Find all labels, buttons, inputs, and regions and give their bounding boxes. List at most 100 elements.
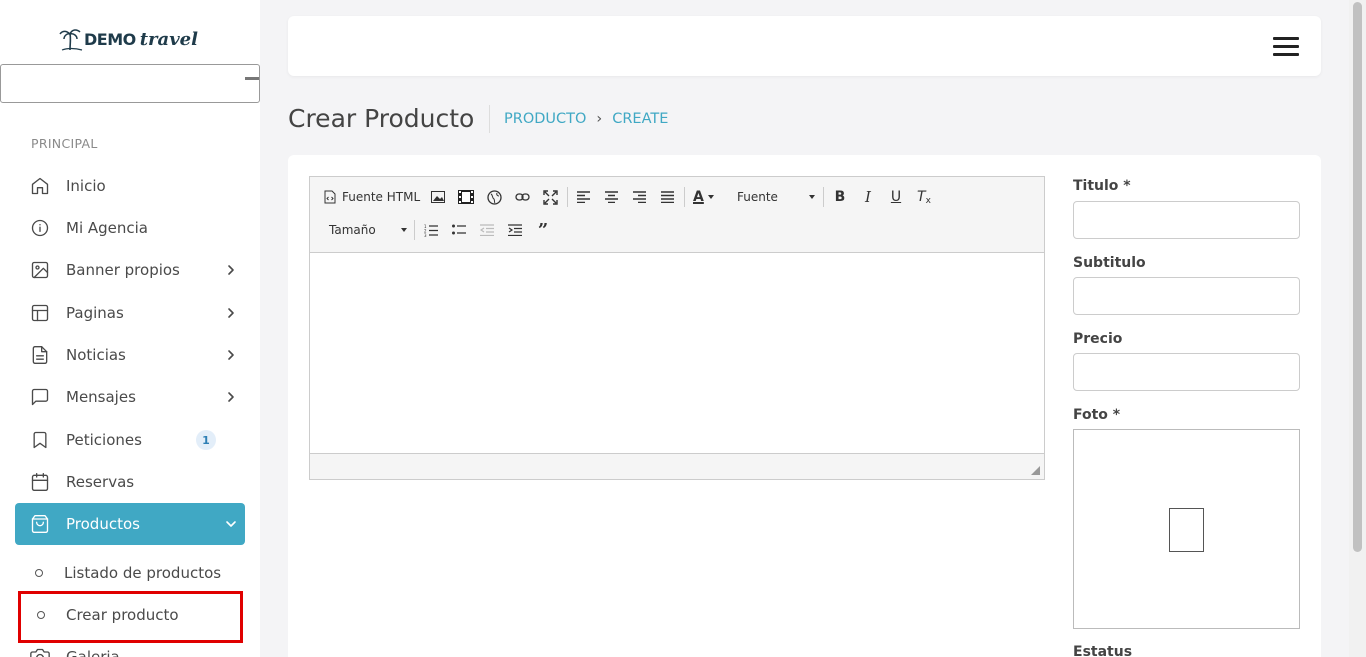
top-header (288, 16, 1321, 76)
sidebar-item-banner-propios[interactable]: Banner propios (15, 249, 245, 291)
outdent-icon[interactable] (478, 221, 496, 239)
source-html-button[interactable]: Fuente HTML (324, 188, 420, 206)
unordered-list-icon[interactable] (450, 221, 468, 239)
sidebar-item-label: Banner propios (66, 261, 180, 279)
sidebar-item-paginas[interactable]: Paginas (15, 292, 245, 334)
precio-label: Precio (1073, 331, 1123, 347)
align-right-icon[interactable] (630, 188, 648, 206)
home-icon (31, 177, 49, 195)
sidebar-item-label: Paginas (66, 304, 124, 322)
message-square-icon (31, 388, 49, 406)
italic-icon[interactable]: I (859, 188, 877, 206)
sidebar: DEMO travel PRINCIPAL Inicio Mi Agencia … (0, 0, 260, 657)
file-code-icon (324, 190, 336, 204)
info-icon (31, 219, 49, 237)
sidebar-item-label: Reservas (66, 473, 135, 491)
chevron-right-icon (228, 392, 234, 402)
toolbar-separator (567, 187, 568, 207)
link-icon[interactable] (513, 188, 531, 206)
toolbar-separator (414, 220, 415, 240)
sidebar-item-productos[interactable]: Productos (15, 503, 245, 545)
photo-upload-area[interactable] (1073, 429, 1300, 629)
file-text-icon (32, 346, 48, 364)
palm-tree-icon (59, 29, 83, 51)
editor-content-area[interactable] (310, 253, 1044, 453)
sidebar-item-label: Peticiones (66, 431, 142, 449)
clear-format-icon[interactable]: Tx (915, 188, 933, 206)
align-center-icon[interactable] (602, 188, 620, 206)
shopping-bag-icon (31, 515, 49, 533)
sidebar-subitem-listado-de-productos[interactable]: Listado de productos (35, 553, 221, 593)
sidebar-item-mi-agencia[interactable]: Mi Agencia (15, 207, 245, 249)
sidebar-item-label: Mensajes (66, 388, 136, 406)
video-icon[interactable] (457, 188, 475, 206)
indent-icon[interactable] (506, 221, 524, 239)
sidebar-item-label: Mi Agencia (66, 219, 149, 237)
sidebar-item-label: Noticias (66, 346, 126, 364)
rich-text-editor: Fuente HTML A Fuente B I U T x Tamaño 1 … (309, 176, 1045, 480)
scrollbar-thumb[interactable] (1353, 2, 1362, 552)
subtitulo-input[interactable] (1073, 277, 1300, 315)
dash-icon (245, 77, 259, 80)
image-icon (31, 261, 49, 279)
chevron-right-icon (228, 308, 234, 318)
bold-icon[interactable]: B (831, 188, 849, 206)
font-family-label: Fuente (737, 190, 778, 204)
align-left-icon[interactable] (574, 188, 592, 206)
sidebar-item-label: Productos (66, 515, 140, 533)
underline-icon[interactable]: U (887, 188, 905, 206)
section-label-principal: PRINCIPAL (31, 136, 98, 151)
ordered-list-icon[interactable]: 123 (422, 221, 440, 239)
sidebar-item-noticias[interactable]: Noticias (15, 334, 245, 376)
text-color-button[interactable]: A (693, 188, 714, 206)
page-title: Crear Producto (288, 104, 475, 133)
sidebar-item-mensajes[interactable]: Mensajes (15, 376, 245, 418)
sidebar-item-inicio[interactable]: Inicio (15, 165, 245, 207)
sidebar-item-label: Galeria (66, 648, 120, 657)
brand-travel: travel (139, 28, 198, 50)
sidebar-search-input[interactable] (0, 64, 260, 103)
title-divider (489, 105, 490, 133)
chevron-right-icon (228, 265, 234, 275)
font-size-label: Tamaño (329, 223, 376, 237)
brand-logo[interactable]: DEMO travel (58, 26, 198, 52)
globe-icon[interactable] (485, 188, 503, 206)
titulo-label: Titulo * (1073, 178, 1131, 194)
sidebar-item-reservas[interactable]: Reservas (15, 461, 245, 503)
breadcrumb: PRODUCTO › CREATE (504, 111, 668, 127)
count-badge: 1 (196, 430, 216, 450)
editor-statusbar (310, 453, 1044, 479)
image-icon[interactable] (429, 188, 447, 206)
foto-label: Foto * (1073, 407, 1121, 423)
toolbar-separator (684, 187, 685, 207)
subtitulo-label: Subtitulo (1073, 255, 1146, 271)
breadcrumb-item-create: CREATE (612, 111, 669, 127)
calendar-icon (31, 473, 49, 491)
chevron-down-icon (226, 521, 236, 527)
resize-handle-icon[interactable] (1031, 466, 1040, 475)
titulo-input[interactable] (1073, 201, 1300, 239)
fullscreen-icon[interactable] (541, 188, 559, 206)
font-family-select[interactable]: Fuente (737, 188, 815, 206)
blockquote-icon[interactable]: ” (534, 220, 552, 241)
page-scrollbar[interactable] (1349, 0, 1366, 657)
font-size-select[interactable]: Tamaño (329, 221, 407, 239)
brand-demo: DEMO (84, 29, 136, 49)
menu-icon[interactable] (1273, 37, 1299, 56)
sidebar-item-galeria[interactable]: Galeria (15, 636, 245, 657)
precio-input[interactable] (1073, 353, 1300, 391)
bookmark-icon (33, 431, 47, 449)
chevron-right-icon: › (596, 111, 603, 127)
breadcrumb-item-producto[interactable]: PRODUCTO (504, 111, 586, 127)
circle-bullet-icon (35, 569, 43, 577)
align-justify-icon[interactable] (658, 188, 676, 206)
chevron-right-icon (228, 350, 234, 360)
sidebar-item-label: Inicio (66, 177, 106, 195)
sidebar-item-peticiones[interactable]: Peticiones 1 (15, 419, 245, 461)
editor-toolbar: Fuente HTML A Fuente B I U T x Tamaño 1 … (310, 177, 1044, 253)
image-placeholder-icon (1169, 508, 1204, 552)
text-color-icon: A (693, 189, 704, 205)
source-html-label: Fuente HTML (342, 190, 421, 204)
estatus-label: Estatus (1073, 644, 1133, 657)
camera-icon (30, 648, 50, 657)
